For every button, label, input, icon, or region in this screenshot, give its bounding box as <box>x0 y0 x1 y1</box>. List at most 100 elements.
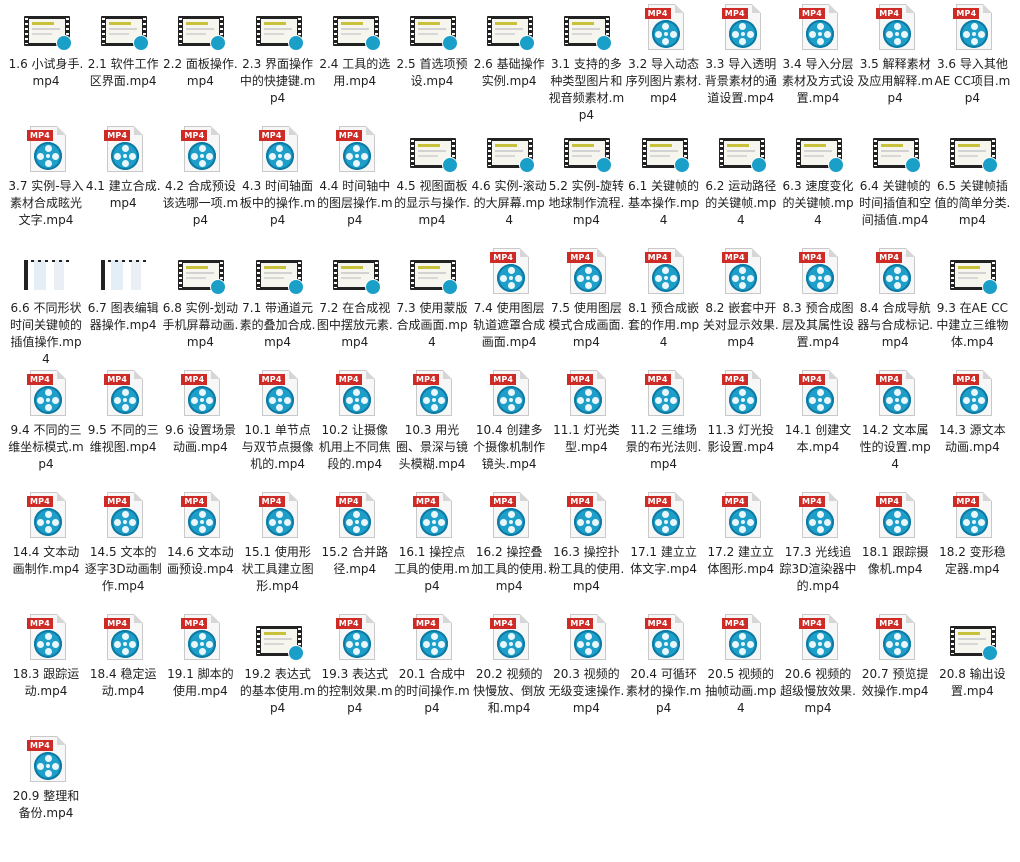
play-badge-icon <box>364 35 381 51</box>
file-item[interactable]: 7.2 在合成视图中摆放元素.mp4 <box>316 246 394 351</box>
file-item[interactable]: MP4 10.1 单节点与双节点摄像机的.mp4 <box>239 368 317 473</box>
file-item[interactable]: 6.2 运动路径的关键帧.mp4 <box>702 124 780 229</box>
file-item[interactable]: MP4 3.6 导入其他AE CC项目.mp4 <box>933 2 1011 107</box>
file-item[interactable]: MP4 16.1 操控点工具的使用.mp4 <box>393 490 471 595</box>
mp4-badge: MP4 <box>644 374 671 385</box>
file-item[interactable]: MP4 18.1 跟踪摄像机.mp4 <box>856 490 934 578</box>
file-item[interactable]: 6.6 不同形状时间关键帧的插值操作.mp4 <box>7 246 85 368</box>
play-badge-icon <box>442 279 458 295</box>
file-item[interactable]: MP4 16.3 操控扑粉工具的使用.mp4 <box>547 490 625 595</box>
file-item[interactable]: MP4 15.1 使用形状工具建立图形.mp4 <box>239 490 317 595</box>
file-item[interactable]: MP4 14.2 文本属性的设置.mp4 <box>856 368 934 473</box>
file-item[interactable]: MP4 3.2 导入动态序列图片素材.mp4 <box>625 2 703 107</box>
video-thumbnail-icon <box>933 246 1011 298</box>
file-item[interactable]: MP4 10.2 让摄像机用上不同焦段的.mp4 <box>316 368 394 473</box>
file-item[interactable]: 6.8 实例-划动手机屏幕动画.mp4 <box>161 246 239 351</box>
file-item[interactable]: 2.3 界面操作中的快捷键.mp4 <box>239 2 317 107</box>
file-item[interactable]: 5.2 实例-旋转地球制作流程.mp4 <box>547 124 625 229</box>
video-thumbnail-icon <box>547 124 625 176</box>
file-item[interactable]: MP4 20.2 视频的快慢放、倒放和.mp4 <box>470 612 548 717</box>
file-item[interactable]: MP4 19.3 表达式的控制效果.mp4 <box>316 612 394 717</box>
file-item[interactable]: MP4 9.4 不同的三维坐标模式.mp4 <box>7 368 85 473</box>
file-item[interactable]: 6.7 图表编辑器操作.mp4 <box>84 246 162 334</box>
file-item[interactable]: MP4 14.4 文本动画制作.mp4 <box>7 490 85 578</box>
mp4-file-icon: MP4 <box>625 2 703 54</box>
file-name-label: 20.8 输出设置.mp4 <box>939 667 1006 698</box>
file-item[interactable]: MP4 9.6 设置场景动画.mp4 <box>161 368 239 456</box>
file-item[interactable]: 7.1 带通道元素的叠加合成.mp4 <box>239 246 317 351</box>
file-item[interactable]: 4.6 实例-滚动的大屏幕.mp4 <box>470 124 548 229</box>
file-item[interactable]: MP4 15.2 合并路径.mp4 <box>316 490 394 578</box>
file-item[interactable]: MP4 4.4 时间轴中的图层操作.mp4 <box>316 124 394 229</box>
file-item[interactable]: 6.3 速度变化的关键帧.mp4 <box>779 124 857 229</box>
file-name-label: 1.6 小试身手.mp4 <box>8 57 84 88</box>
file-item[interactable]: 2.5 首选项预设.mp4 <box>393 2 471 90</box>
file-item[interactable]: MP4 14.6 文本动画预设.mp4 <box>161 490 239 578</box>
mp4-file-icon: MP4 <box>933 368 1011 420</box>
file-item[interactable]: 6.4 关键帧的时间插值和空间插值.mp4 <box>856 124 934 229</box>
mp4-file-icon: MP4 <box>7 490 85 542</box>
file-item[interactable]: MP4 3.7 实例-导入素材合成眩光文字.mp4 <box>7 124 85 229</box>
file-item[interactable]: MP4 9.5 不同的三维视图.mp4 <box>84 368 162 456</box>
file-item[interactable]: MP4 8.2 嵌套中开关对显示效果.mp4 <box>702 246 780 351</box>
file-item[interactable]: MP4 3.5 解释素材及应用解释.mp4 <box>856 2 934 107</box>
file-item[interactable]: MP4 10.4 创建多个摄像机制作镜头.mp4 <box>470 368 548 473</box>
file-item[interactable]: 7.3 使用蒙版合成画面.mp4 <box>393 246 471 351</box>
file-item[interactable]: MP4 17.2 建立立体图形.mp4 <box>702 490 780 578</box>
file-item[interactable]: 2.4 工具的选用.mp4 <box>316 2 394 90</box>
file-item[interactable]: MP4 10.3 用光圈、景深与镜头模糊.mp4 <box>393 368 471 473</box>
file-item[interactable]: MP4 20.6 视频的超级慢放效果.mp4 <box>779 612 857 717</box>
file-item[interactable]: MP4 4.2 合成预设该选哪一项.mp4 <box>161 124 239 229</box>
file-item[interactable]: MP4 11.2 三维场景的布光法则.mp4 <box>625 368 703 473</box>
mp4-badge: MP4 <box>27 740 53 751</box>
file-item[interactable]: MP4 14.1 创建文本.mp4 <box>779 368 857 456</box>
mp4-file-icon: MP4 <box>7 368 85 420</box>
file-item[interactable]: MP4 17.1 建立立体文字.mp4 <box>625 490 703 578</box>
play-badge-icon <box>750 157 767 173</box>
file-item[interactable]: 3.1 支持的多种类型图片和视音频素材.mp4 <box>547 2 625 124</box>
file-item[interactable]: 1.6 小试身手.mp4 <box>7 2 85 90</box>
file-item[interactable]: MP4 11.1 灯光类型.mp4 <box>547 368 625 456</box>
file-item[interactable]: 19.2 表达式的基本使用.mp4 <box>239 612 317 717</box>
file-item[interactable]: MP4 4.1 建立合成.mp4 <box>84 124 162 212</box>
file-item[interactable]: 2.1 软件工作区界面.mp4 <box>84 2 162 90</box>
file-item[interactable]: MP4 14.5 文本的逐字3D动画制作.mp4 <box>84 490 162 595</box>
file-item[interactable]: MP4 14.3 源文本动画.mp4 <box>933 368 1011 456</box>
file-item[interactable]: MP4 20.3 视频的无级变速操作.mp4 <box>547 612 625 717</box>
file-name-label: 15.1 使用形状工具建立图形.mp4 <box>241 545 314 593</box>
file-item[interactable]: MP4 7.5 使用图层模式合成画面.mp4 <box>547 246 625 351</box>
file-item[interactable]: MP4 18.4 稳定运动.mp4 <box>84 612 162 700</box>
file-item[interactable]: MP4 20.9 整理和备份.mp4 <box>7 734 85 822</box>
play-badge-icon <box>442 157 458 173</box>
file-item[interactable]: 9.3 在AE CC 中建立三维物体.mp4 <box>933 246 1011 351</box>
file-item[interactable]: MP4 3.4 导入分层素材及方式设置.mp4 <box>779 2 857 107</box>
file-item[interactable]: MP4 18.3 跟踪运动.mp4 <box>7 612 85 700</box>
file-item[interactable]: 2.2 面板操作.mp4 <box>161 2 239 90</box>
file-item[interactable]: MP4 4.3 时间轴面板中的操作.mp4 <box>239 124 317 229</box>
file-item[interactable]: MP4 20.1 合成中的时间操作.mp4 <box>393 612 471 717</box>
file-item[interactable]: MP4 8.3 预合成图层及其属性设置.mp4 <box>779 246 857 351</box>
play-badge-icon <box>287 35 304 51</box>
file-item[interactable]: MP4 20.4 可循环素材的操作.mp4 <box>625 612 703 717</box>
file-item[interactable]: 6.1 关键帧的基本操作.mp4 <box>625 124 703 229</box>
file-item[interactable]: MP4 19.1 脚本的使用.mp4 <box>161 612 239 700</box>
file-item[interactable]: MP4 18.2 变形稳定器.mp4 <box>933 490 1011 578</box>
file-item[interactable]: MP4 17.3 光线追踪3D渲染器中的.mp4 <box>779 490 857 595</box>
file-item[interactable]: MP4 7.4 使用图层轨道遮罩合成画面.mp4 <box>470 246 548 351</box>
file-item[interactable]: MP4 20.7 预览提效操作.mp4 <box>856 612 934 700</box>
file-item[interactable]: MP4 3.3 导入透明背景素材的通道设置.mp4 <box>702 2 780 107</box>
play-badge-icon <box>442 35 458 51</box>
mp4-badge: MP4 <box>799 496 825 507</box>
file-item[interactable]: MP4 8.4 合成导航器与合成标记.mp4 <box>856 246 934 351</box>
file-item[interactable]: 2.6 基础操作实例.mp4 <box>470 2 548 90</box>
file-item[interactable]: MP4 8.1 预合成嵌套的作用.mp4 <box>625 246 703 351</box>
file-item[interactable]: MP4 16.2 操控叠加工具的使用.mp4 <box>470 490 548 595</box>
file-item[interactable]: 20.8 输出设置.mp4 <box>933 612 1011 700</box>
mp4-badge: MP4 <box>876 374 903 385</box>
file-item[interactable]: MP4 11.3 灯光投影设置.mp4 <box>702 368 780 456</box>
file-item[interactable]: 4.5 视图面板的显示与操作.mp4 <box>393 124 471 229</box>
file-item[interactable]: 6.5 关键帧插值的简单分类.mp4 <box>933 124 1011 229</box>
play-badge-icon <box>519 35 536 51</box>
mp4-file-icon: MP4 <box>470 612 548 664</box>
file-item[interactable]: MP4 20.5 视频的抽帧动画.mp4 <box>702 612 780 717</box>
